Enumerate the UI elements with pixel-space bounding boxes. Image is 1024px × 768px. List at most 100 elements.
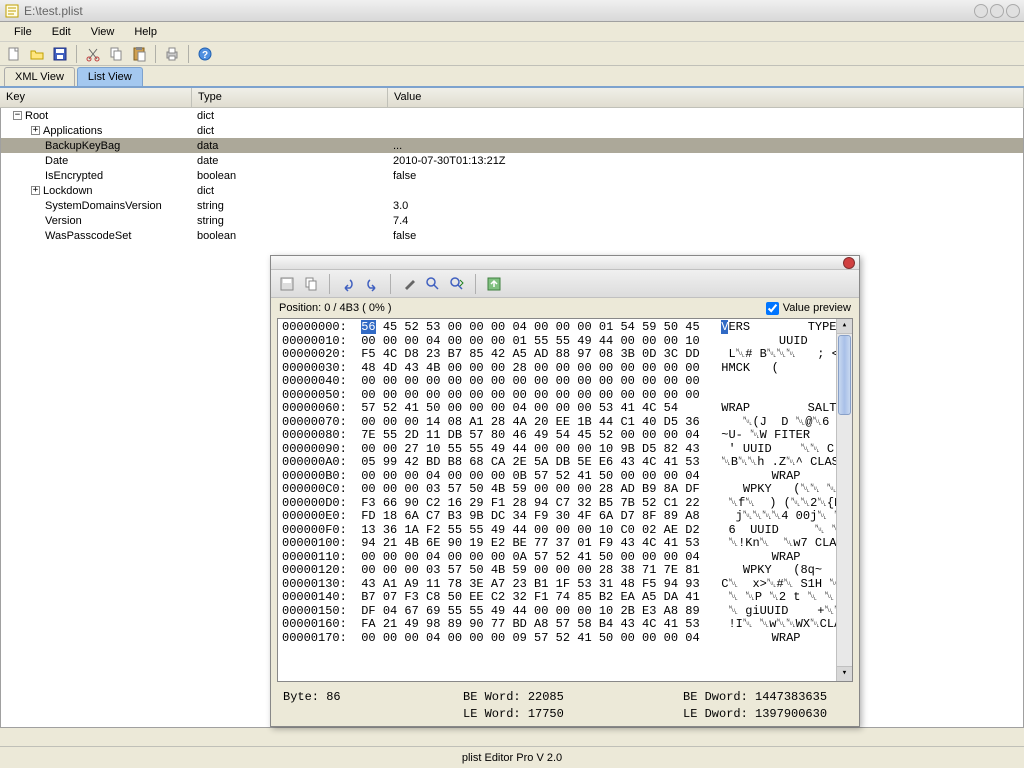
hex-redo-button[interactable] <box>362 274 382 294</box>
expand-icon[interactable]: + <box>31 126 40 135</box>
close-button[interactable] <box>1006 4 1020 18</box>
tree-row[interactable]: SystemDomainsVersionstring3.0 <box>1 198 1023 213</box>
hex-line: 00000070: 00 00 00 14 08 A1 28 4A 20 EE … <box>282 416 848 430</box>
hex-brush-button[interactable] <box>399 274 419 294</box>
statusbar: plist Editor Pro V 2.0 <box>0 746 1024 768</box>
tree-value-label: ... <box>389 140 1023 152</box>
hex-line: 000000A0: 05 99 42 BD B8 68 CA 2E 5A DB … <box>282 456 848 470</box>
expand-icon[interactable]: + <box>31 186 40 195</box>
menu-help[interactable]: Help <box>124 24 167 40</box>
hex-ledword: LE Dword: 1397900630 <box>683 707 883 722</box>
tree-row[interactable]: IsEncrypted booleanfalse <box>1 168 1023 183</box>
tree-type-label: dict <box>193 110 389 122</box>
menu-file[interactable]: File <box>4 24 42 40</box>
tree-type-label: dict <box>193 125 389 137</box>
tree-row[interactable]: BackupKeyBagdata... <box>1 138 1023 153</box>
new-file-button[interactable] <box>4 44 24 64</box>
hex-undo-button[interactable] <box>338 274 358 294</box>
tab-xml-view[interactable]: XML View <box>4 67 75 86</box>
hex-line: 00000000: 56 45 52 53 00 00 00 04 00 00 … <box>282 321 848 335</box>
hex-line: 00000170: 00 00 00 04 00 00 00 09 57 52 … <box>282 632 848 646</box>
hex-toolbar <box>271 270 859 298</box>
maximize-button[interactable] <box>990 4 1004 18</box>
hex-line: 000000C0: 00 00 00 03 57 50 4B 59 00 00 … <box>282 483 848 497</box>
copy-button[interactable] <box>106 44 126 64</box>
column-header-value[interactable]: Value <box>388 88 1024 107</box>
scroll-thumb[interactable] <box>838 335 851 415</box>
hex-find-next-button[interactable] <box>447 274 467 294</box>
tree-value-label: 7.4 <box>389 215 1023 227</box>
menubar: File Edit View Help <box>0 22 1024 42</box>
hex-line: 00000150: DF 04 67 69 55 55 49 44 00 00 … <box>282 605 848 619</box>
tree-type-label: date <box>193 155 389 167</box>
hex-export-button[interactable] <box>484 274 504 294</box>
hex-footer: Byte: 86 BE Word: 22085 BE Dword: 144738… <box>271 686 859 726</box>
save-button[interactable] <box>50 44 70 64</box>
hex-save-button[interactable] <box>277 274 297 294</box>
hex-line: 00000060: 57 52 41 50 00 00 00 04 00 00 … <box>282 402 848 416</box>
hex-viewer-window: Position: 0 / 4B3 ( 0% ) Value preview 0… <box>270 255 860 727</box>
hex-leword: LE Word: 17750 <box>463 707 643 722</box>
tree-row[interactable]: WasPasscodeSet booleanfalse <box>1 228 1023 243</box>
hex-line: 00000050: 00 00 00 00 00 00 00 00 00 00 … <box>282 389 848 403</box>
tree-row[interactable]: −Rootdict <box>1 108 1023 123</box>
hex-line: 000000F0: 13 36 1A F2 55 55 49 44 00 00 … <box>282 524 848 538</box>
hex-line: 00000090: 00 00 27 10 55 55 49 44 00 00 … <box>282 443 848 457</box>
hex-body[interactable]: 00000000: 56 45 52 53 00 00 00 04 00 00 … <box>277 318 853 682</box>
hex-line: 00000100: 94 21 4B 6E 90 19 E2 BE 77 37 … <box>282 537 848 551</box>
column-header-type[interactable]: Type <box>192 88 388 107</box>
value-preview-checkbox[interactable]: Value preview <box>766 302 851 315</box>
app-icon <box>4 3 20 19</box>
paste-button[interactable] <box>129 44 149 64</box>
hex-line: 00000010: 00 00 00 04 00 00 00 01 55 55 … <box>282 335 848 349</box>
tree-value-label: false <box>389 170 1023 182</box>
hex-scrollbar[interactable]: ▴ ▾ <box>836 319 852 681</box>
hex-line: 00000140: B7 07 F3 C8 50 EE C2 32 F1 74 … <box>282 591 848 605</box>
hex-beword: BE Word: 22085 <box>463 690 643 705</box>
tree-row[interactable]: +Lockdowndict <box>1 183 1023 198</box>
column-header-key[interactable]: Key <box>0 88 192 107</box>
tab-list-view[interactable]: List View <box>77 67 143 86</box>
hex-titlebar[interactable] <box>271 256 859 270</box>
cut-button[interactable] <box>83 44 103 64</box>
hex-header: Position: 0 / 4B3 ( 0% ) Value preview <box>271 298 859 318</box>
scroll-up-arrow[interactable]: ▴ <box>837 319 852 334</box>
hex-line: 00000040: 00 00 00 00 00 00 00 00 00 00 … <box>282 375 848 389</box>
help-button[interactable]: ? <box>195 44 215 64</box>
open-file-button[interactable] <box>27 44 47 64</box>
tree-key-label: IsEncrypted <box>45 170 103 182</box>
hex-close-button[interactable] <box>843 257 855 269</box>
tabs: XML View List View <box>0 66 1024 88</box>
tree-type-label: string <box>193 200 389 212</box>
svg-text:?: ? <box>202 50 208 61</box>
menu-edit[interactable]: Edit <box>42 24 81 40</box>
tree-key-label: WasPasscodeSet <box>45 230 131 242</box>
tree-type-label: data <box>193 140 389 152</box>
tree-column-headers: Key Type Value <box>0 88 1024 108</box>
expand-icon[interactable]: − <box>13 111 22 120</box>
minimize-button[interactable] <box>974 4 988 18</box>
tree-row[interactable]: +Applicationsdict <box>1 123 1023 138</box>
tree-row[interactable]: Versionstring7.4 <box>1 213 1023 228</box>
menu-view[interactable]: View <box>81 24 125 40</box>
value-preview-input[interactable] <box>766 302 779 315</box>
tree-type-label: boolean <box>193 170 389 182</box>
hex-line: 00000120: 00 00 00 03 57 50 4B 59 00 00 … <box>282 564 848 578</box>
tree-value-label: 2010-07-30T01:13:21Z <box>389 155 1023 167</box>
statusbar-text: plist Editor Pro V 2.0 <box>462 752 562 764</box>
tree-key-label: Date <box>45 155 68 167</box>
hex-line: 00000130: 43 A1 A9 11 78 3E A7 23 B1 1F … <box>282 578 848 592</box>
hex-line: 000000E0: FD 18 6A C7 B3 9B DC 34 F9 30 … <box>282 510 848 524</box>
hex-line: 00000160: FA 21 49 98 89 90 77 BD A8 57 … <box>282 618 848 632</box>
hex-copy-button[interactable] <box>301 274 321 294</box>
tree-key-label: SystemDomainsVersion <box>45 200 162 212</box>
toolbar: ? <box>0 42 1024 66</box>
hex-line: 00000020: F5 4C D8 23 B7 85 42 A5 AD 88 … <box>282 348 848 362</box>
hex-find-button[interactable] <box>423 274 443 294</box>
print-button[interactable] <box>162 44 182 64</box>
tree-type-label: boolean <box>193 230 389 242</box>
tree-value-label: false <box>389 230 1023 242</box>
scroll-down-arrow[interactable]: ▾ <box>837 666 852 681</box>
hex-line: 00000110: 00 00 00 04 00 00 00 0A 57 52 … <box>282 551 848 565</box>
tree-row[interactable]: Date date2010-07-30T01:13:21Z <box>1 153 1023 168</box>
